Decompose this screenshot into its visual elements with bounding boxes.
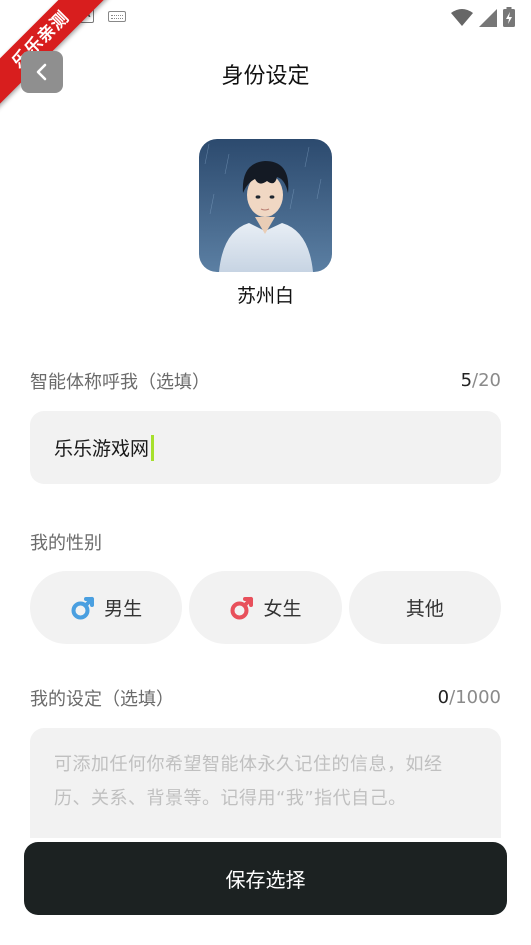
- signal-icon: [479, 9, 497, 27]
- gender-options: 男生 女生 其他: [30, 571, 501, 644]
- female-symbol-icon: [230, 596, 254, 619]
- settings-count: 0: [437, 687, 450, 708]
- gender-label: 我的性别: [30, 533, 102, 554]
- agent-name: 苏州白: [236, 285, 294, 307]
- gender-male-button[interactable]: 男生: [30, 571, 183, 644]
- nickname-value: 乐乐游戏网: [54, 438, 150, 460]
- male-symbol-icon: [71, 596, 95, 619]
- settings-textarea[interactable]: 可添加任何你希望智能体永久记住的信息，如经历、关系、背景等。记得用“我”指代自己…: [30, 728, 501, 838]
- status-right: [451, 7, 515, 27]
- avatar-illustration: [199, 139, 332, 272]
- nickname-label: 智能体称呼我（选填）: [30, 372, 210, 393]
- wifi-icon: [451, 9, 473, 26]
- battery-icon: [503, 7, 515, 27]
- nickname-count: 5: [460, 370, 473, 391]
- nickname-input[interactable]: 乐乐游戏网: [30, 411, 501, 484]
- gender-other-label: 其他: [405, 598, 444, 620]
- text-caret: [151, 434, 155, 461]
- agent-avatar[interactable]: [199, 139, 332, 272]
- page-title: 身份设定: [221, 64, 310, 89]
- settings-label: 我的设定（选填）: [30, 689, 174, 710]
- settings-placeholder: 可添加任何你希望智能体永久记住的信息，如经历、关系、背景等。记得用“我”指代自己…: [54, 754, 443, 809]
- nickname-max: /20: [472, 370, 501, 391]
- settings-max: /1000: [449, 687, 501, 708]
- settings-counter: 0/1000: [438, 687, 501, 708]
- gender-other-button[interactable]: 其他: [348, 571, 501, 644]
- nickname-counter: 5/20: [461, 370, 501, 391]
- gender-female-label: 女生: [263, 598, 302, 620]
- gender-male-label: 男生: [104, 598, 143, 620]
- save-button-label: 保存选择: [225, 868, 306, 892]
- save-button[interactable]: 保存选择: [24, 842, 507, 915]
- gender-female-button[interactable]: 女生: [189, 571, 342, 644]
